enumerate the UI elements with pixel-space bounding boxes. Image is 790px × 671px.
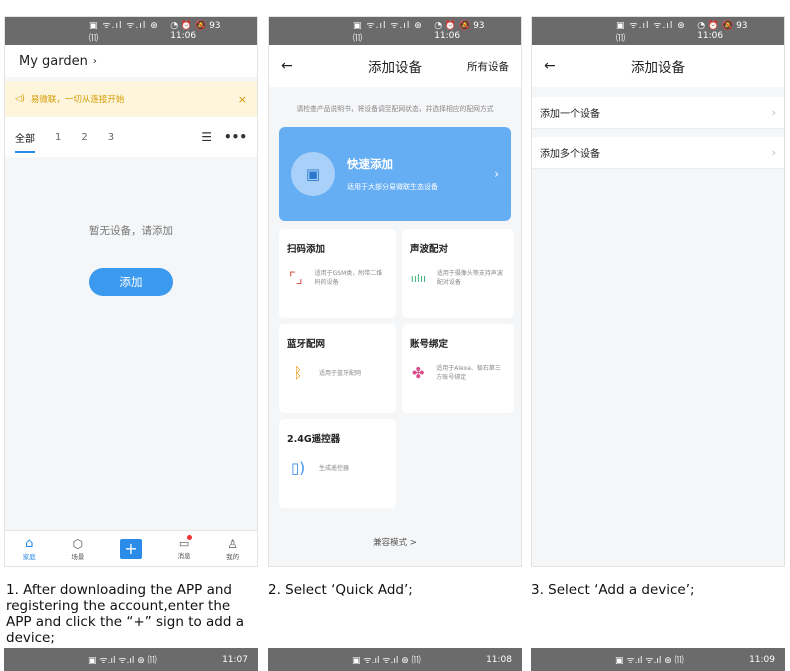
message-icon: ▭ — [178, 535, 193, 550]
phone-screen-home: ▣ ᯤ.ıl ᯤ.ıl ⊛ ⑾ ◔ ⏰ 🔕 93 11:06 My garden… — [4, 16, 258, 567]
home-title[interactable]: My garden — [19, 54, 88, 69]
signal-icons: ▣ ᯤ.ıl ᯤ.ıl ⊛ ⑾ — [89, 21, 159, 44]
next-status-bar: ▣ ᯤ.ıl ᯤ.ıl ⊛ ⑾ 11:07 — [4, 648, 258, 671]
battery-icon: 93 — [209, 21, 221, 31]
quick-add-icon: ▣ — [291, 152, 335, 196]
tab-add[interactable]: + — [119, 538, 142, 559]
scan-icon: ⌜⌟ — [288, 269, 303, 287]
bluetooth-pair-card[interactable]: 蓝牙配网 ᛒ 适用于蓝牙配网 — [279, 324, 396, 413]
add-one-device-row[interactable]: 添加一个设备 › — [532, 97, 784, 129]
status-bar: ▣ ᯤ.ıl ᯤ.ıl ⊛ ⑾ ◔ ⏰ 🔕 93 11:06 — [5, 17, 257, 45]
sound-pair-card[interactable]: 声波配对 ıılıı 适用于摄像头等支持声波配对设备 — [402, 229, 514, 318]
tab-2[interactable]: 2 — [81, 132, 87, 143]
chevron-right-icon: › — [771, 106, 776, 119]
step-caption-1: 1. After downloading the APP and registe… — [6, 582, 245, 646]
status-bar: ▣ ᯤ.ıl ᯤ.ıl ⊛ ⑾ ◔ ⏰ 🔕 93 11:06 — [269, 17, 521, 45]
quick-add-card[interactable]: ▣ 快速添加 适用于大部分易微联生态设备 › — [279, 127, 511, 221]
compat-mode-link[interactable]: 兼容模式 > — [269, 536, 521, 548]
add-multiple-devices-row[interactable]: 添加多个设备 › — [532, 137, 784, 169]
empty-state-text: 暂无设备，请添加 — [89, 225, 173, 237]
tab-message[interactable]: ▭ 消息 — [178, 535, 193, 560]
battery-icon: 93 — [736, 21, 748, 31]
next-status-bar: ▣ ᯤ.ıl ᯤ.ıl ⊛ ⑾ 11:09 — [531, 648, 785, 671]
tab-scene[interactable]: ⬡ 场景 — [71, 537, 84, 561]
phone-screen-quick-add: ▣ ᯤ.ıl ᯤ.ıl ⊛ ⑾ ◔ ⏰ 🔕 93 11:06 ← 添加设备 添加… — [531, 16, 785, 567]
remote-card[interactable]: 2.4G遥控器 ▯) 生成遥控器 — [279, 419, 396, 508]
status-right: ◔ ⏰ 🔕 93 11:06 — [434, 21, 485, 41]
speaker-icon: ◁) — [15, 94, 25, 104]
notice-bar: ◁) 易微联，一切从连接开始 × — [5, 81, 257, 117]
chevron-right-icon: › — [771, 146, 776, 159]
user-icon: ♙ — [227, 536, 239, 551]
status-right: ◔ ⏰ 🔕 93 11:06 — [697, 21, 748, 41]
home-header[interactable]: My garden › — [5, 45, 257, 77]
clock: 11:06 — [434, 31, 461, 41]
room-tabs: 全部 1 2 3 ☰ ••• — [5, 117, 257, 157]
chevron-right-icon: › — [92, 55, 97, 67]
plus-icon[interactable]: + — [119, 538, 142, 559]
step-caption-3: 3. Select ‘Add a device’; — [531, 582, 695, 598]
quick-add-title: 快速添加 — [347, 157, 393, 171]
phone-screen-add-device: ▣ ᯤ.ıl ᯤ.ıl ⊛ ⑾ ◔ ⏰ 🔕 93 11:06 ← 添加设备 所有… — [268, 16, 522, 567]
nav-bar: ← 添加设备 所有设备 — [269, 45, 521, 87]
quick-add-subtitle: 适用于大部分易微联生态设备 — [347, 183, 438, 191]
next-status-bar: ▣ ᯤ.ıl ᯤ.ıl ⊛ ⑾ 11:08 — [268, 648, 522, 671]
clock: 11:06 — [697, 31, 724, 41]
list-icon[interactable]: ☰ — [201, 130, 212, 144]
back-arrow-icon[interactable]: ← — [281, 58, 293, 74]
close-icon[interactable]: × — [238, 93, 247, 106]
step-caption-2: 2. Select ‘Quick Add’; — [268, 582, 413, 598]
clock: 11:06 — [170, 31, 197, 41]
status-right: ◔ ⏰ 🔕 93 11:06 — [170, 21, 221, 41]
pairing-method-grid: 扫码添加 ⌜⌟ 适用于GSM类，附带二维码的设备 声波配对 ıılıı 适用于摄像头… — [279, 229, 514, 508]
account-bind-icon: ✤ — [411, 364, 425, 382]
tab-1[interactable]: 1 — [55, 132, 61, 143]
signal-icons: ▣ ᯤ.ıl ᯤ.ıl ⊛ ⑾ — [353, 21, 423, 44]
home-icon: ⌂ — [25, 536, 34, 551]
add-device-button[interactable]: 添加 — [89, 268, 173, 296]
nav-bar: ← 添加设备 — [532, 45, 784, 87]
scene-icon: ⬡ — [72, 536, 84, 551]
sound-wave-icon: ıılıı — [410, 271, 427, 285]
status-bar: ▣ ᯤ.ıl ᯤ.ıl ⊛ ⑾ ◔ ⏰ 🔕 93 11:06 — [532, 17, 784, 45]
battery-icon: 93 — [473, 21, 485, 31]
back-arrow-icon[interactable]: ← — [544, 58, 556, 74]
all-devices-link[interactable]: 所有设备 — [467, 59, 509, 74]
tab-me[interactable]: ♙ 我的 — [226, 537, 239, 561]
scan-add-card[interactable]: 扫码添加 ⌜⌟ 适用于GSM类，附带二维码的设备 — [279, 229, 396, 318]
more-icon[interactable]: ••• — [224, 130, 247, 144]
bluetooth-icon: ᛒ — [293, 364, 303, 382]
tab-3[interactable]: 3 — [108, 132, 114, 143]
tab-all[interactable]: 全部 — [15, 130, 35, 153]
notice-text: 易微联，一切从连接开始 — [30, 95, 125, 105]
page-title: 添加设备 — [631, 60, 685, 76]
instruction-hint: 请检查产品说明书，将设备调至配网状态，并选择相应的配网方式 — [296, 105, 494, 113]
chevron-right-icon: › — [494, 167, 499, 181]
account-bind-card[interactable]: 账号绑定 ✤ 适用于Alexa、极石第三方账号绑定 — [402, 324, 514, 413]
signal-icons: ▣ ᯤ.ıl ᯤ.ıl ⊛ ⑾ — [616, 21, 686, 44]
remote-icon: ▯) — [290, 459, 306, 477]
bottom-tab-bar: ⌂ 家庭 ⬡ 场景 + ▭ 消息 ♙ 我的 — [5, 530, 257, 566]
tab-home[interactable]: ⌂ 家庭 — [23, 536, 36, 561]
